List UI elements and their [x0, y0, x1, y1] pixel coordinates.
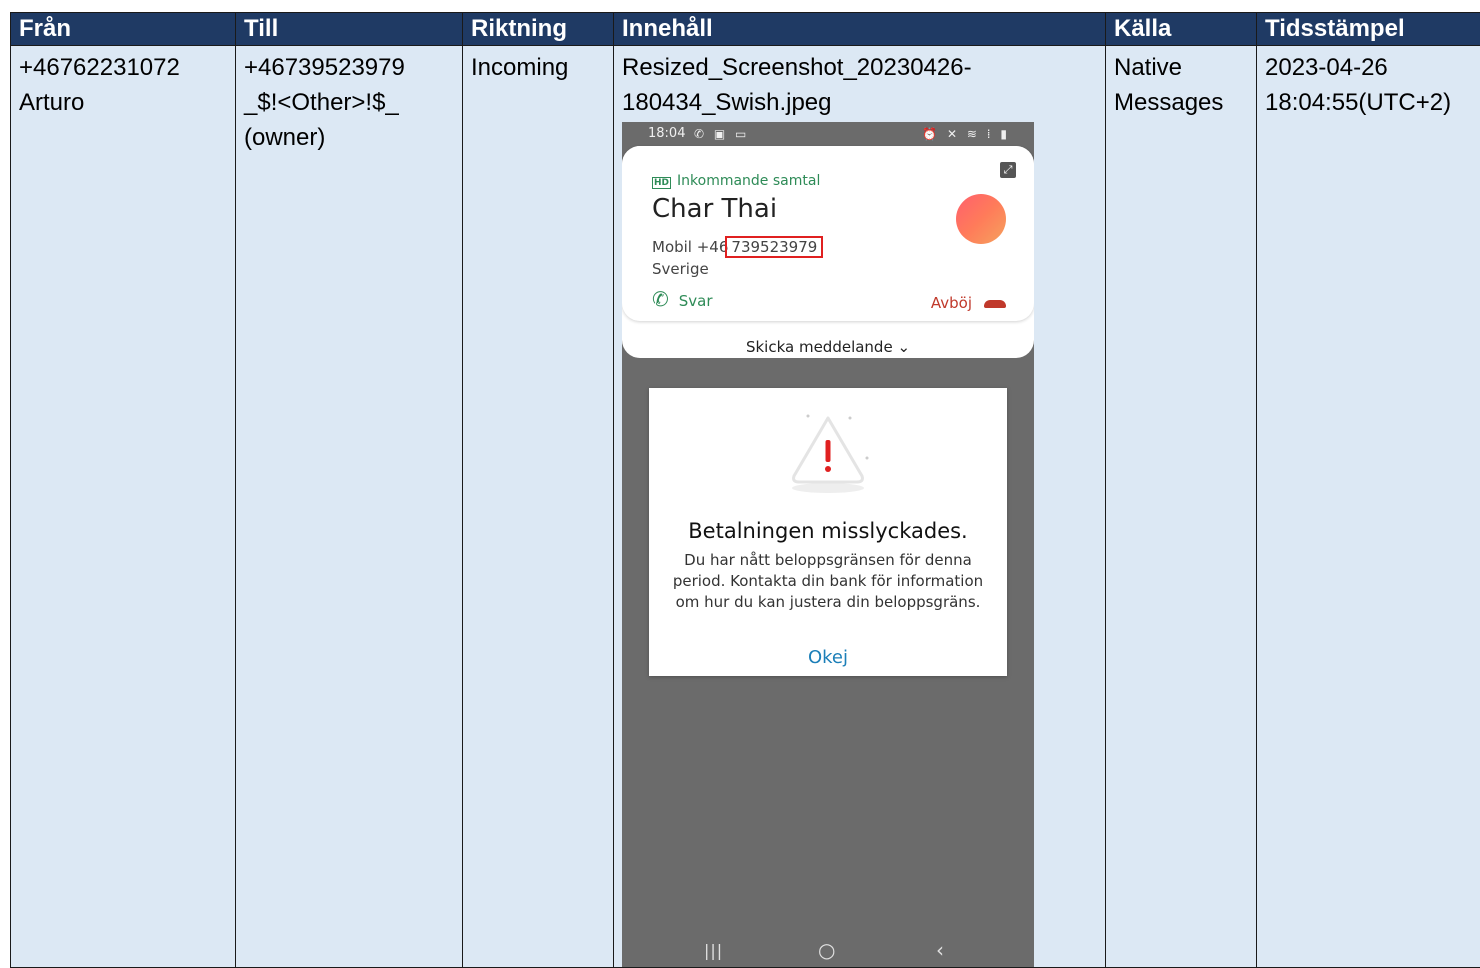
answer-button[interactable]: ✆ Svar [652, 282, 713, 319]
phone-answer-icon: ✆ [652, 287, 669, 311]
cell-source: Native Messages [1106, 46, 1257, 968]
cell-from: +46762231072 Arturo [11, 46, 236, 968]
timestamp-date: 2023-04-26 [1265, 50, 1472, 85]
incoming-call-panel: HDInkommande samtal ⤢ Char Thai Mobil +4… [622, 146, 1034, 321]
to-role: (owner) [244, 120, 454, 155]
column-header-source: Källa [1106, 13, 1257, 46]
decline-button[interactable]: Avböj [931, 286, 1006, 321]
send-message-button[interactable]: Skicka meddelande ⌄ [622, 330, 1034, 365]
table-row: +46762231072 Arturo +46739523979 _$!<Oth… [11, 46, 1480, 968]
answer-label: Svar [679, 292, 713, 310]
content-filename-line1: Resized_Screenshot_20230426- [622, 50, 1097, 85]
column-header-timestamp: Tidsstämpel [1257, 13, 1480, 46]
to-number: +46739523979 [244, 50, 454, 85]
incoming-call-card: HDInkommande samtal ⤢ Char Thai Mobil +4… [622, 146, 1034, 358]
column-header-from: Från [11, 13, 236, 46]
column-header-to: Till [236, 13, 463, 46]
payment-failed-dialog: Betalningen misslyckades. Du har nått be… [649, 388, 1007, 676]
caller-name: Char Thai [652, 192, 777, 227]
column-header-direction: Riktning [463, 13, 614, 46]
table-header-row: Från Till Riktning Innehåll Källa Tidsst… [11, 13, 1480, 46]
warning-icon [649, 406, 1007, 496]
expand-icon[interactable]: ⤢ [1000, 162, 1016, 178]
caller-avatar [956, 194, 1006, 244]
status-system-icons: ⏰ ✕ ≋ ⁞ ▮ [922, 122, 1010, 146]
column-header-content: Innehåll [614, 13, 1106, 46]
status-time: 18:04 [648, 122, 685, 146]
cell-to: +46739523979 _$!<Other>!$_ (owner) [236, 46, 463, 968]
attachment-screenshot[interactable]: 18:04 ✆ ▣ ▭ ⏰ ✕ ≋ ⁞ ▮ HD Inkommande samta… [622, 122, 1034, 967]
home-icon[interactable]: ○ [818, 933, 835, 967]
cell-content: Resized_Screenshot_20230426- 180434_Swis… [614, 46, 1106, 968]
status-notification-icons: ✆ ▣ ▭ [694, 122, 749, 146]
to-tag: _$!<Other>!$_ [244, 85, 454, 120]
decline-label: Avböj [931, 294, 972, 312]
phone-status-bar: 18:04 ✆ ▣ ▭ ⏰ ✕ ≋ ⁞ ▮ [622, 122, 1034, 146]
back-icon[interactable]: ‹ [936, 933, 944, 967]
source-line1: Native [1114, 50, 1248, 85]
content-filename-line2: 180434_Swish.jpeg [622, 85, 1097, 120]
messages-table: Från Till Riktning Innehåll Källa Tidsst… [10, 12, 1480, 968]
dialog-ok-button[interactable]: Okej [649, 640, 1007, 675]
phone-nav-bar: ||| ○ ‹ [622, 923, 1034, 967]
dialog-title: Betalningen misslyckades. [649, 514, 1007, 549]
cell-direction: Incoming [463, 46, 614, 968]
from-name: Arturo [19, 85, 227, 120]
phone-hangup-icon [984, 300, 1006, 308]
source-line2: Messages [1114, 85, 1248, 120]
hd-voice-icon: HD [652, 177, 671, 189]
from-number: +46762231072 [19, 50, 227, 85]
caller-number-highlight: 739523979 [725, 236, 823, 258]
cell-timestamp: 2023-04-26 18:04:55(UTC+2) [1257, 46, 1480, 968]
direction-value: Incoming [471, 50, 605, 85]
incoming-call-text: Inkommande samtal [677, 173, 820, 189]
dialog-body: Du har nått beloppsgränsen för denna per… [663, 550, 993, 613]
timestamp-time: 18:04:55(UTC+2) [1265, 85, 1472, 120]
recent-apps-icon[interactable]: ||| [704, 933, 723, 967]
